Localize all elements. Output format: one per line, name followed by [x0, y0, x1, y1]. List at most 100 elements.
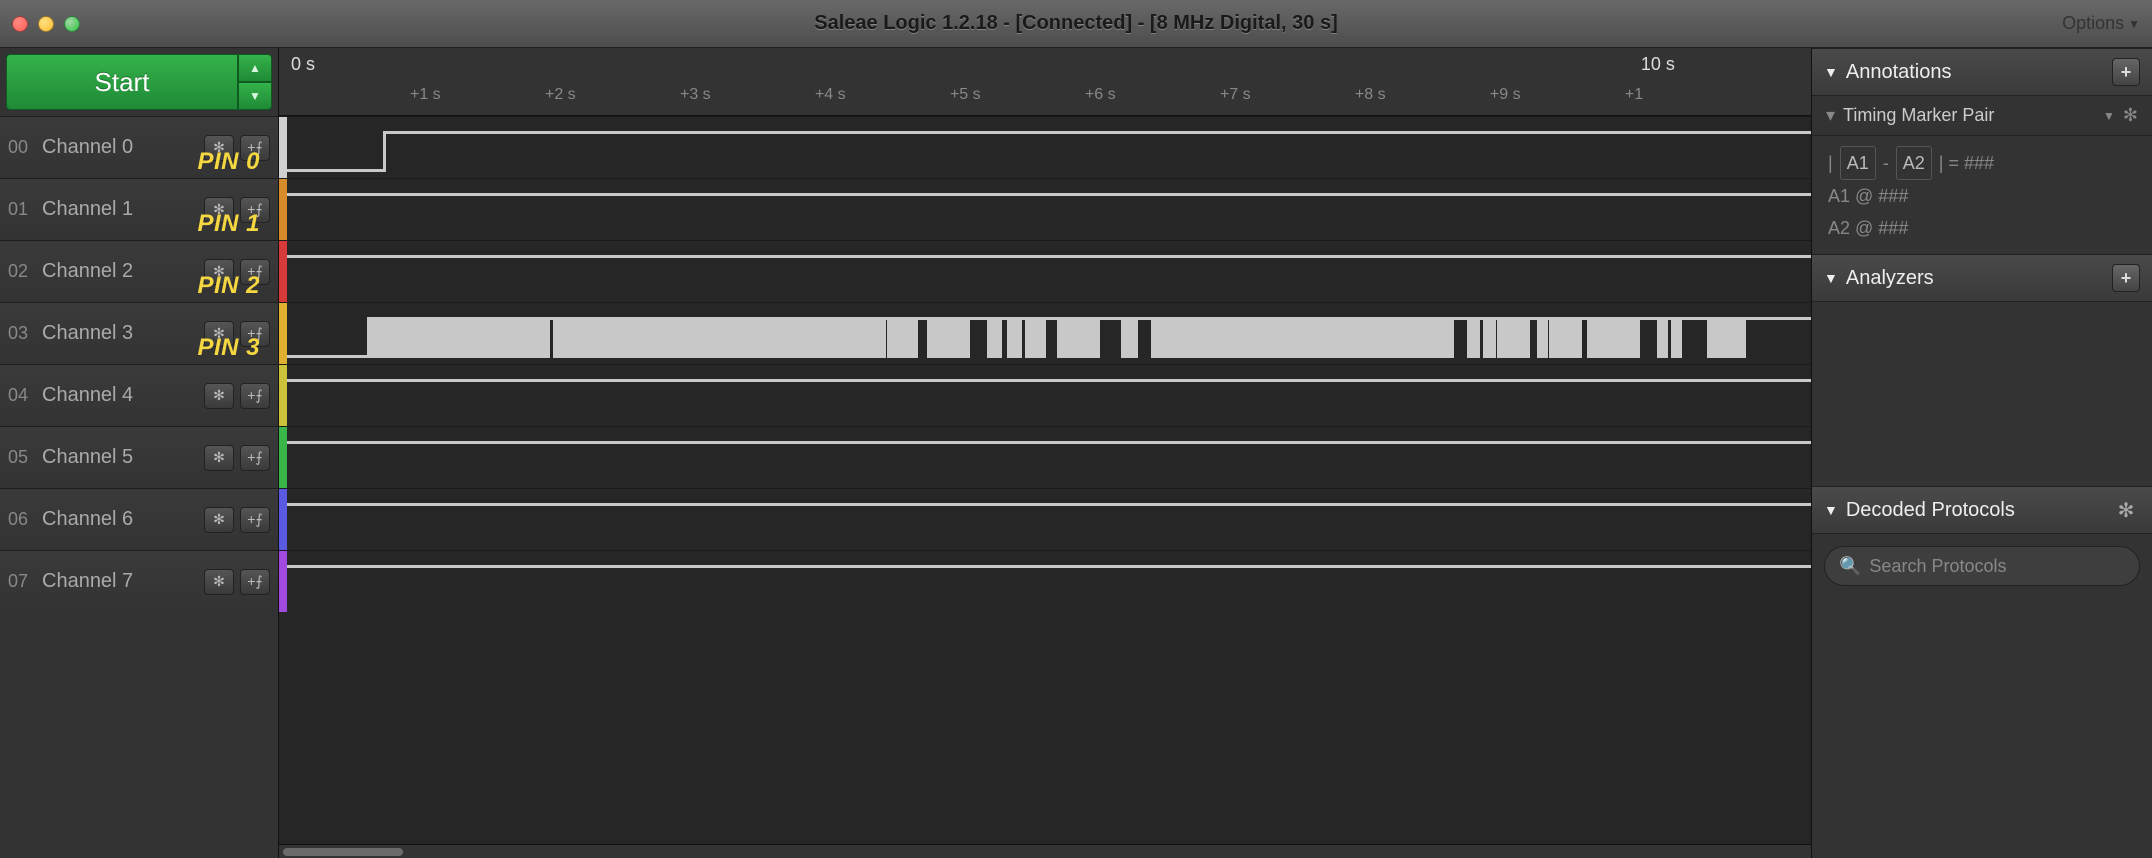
ruler-major: 10 s [1641, 54, 1675, 75]
analyzers-body [1812, 302, 2152, 486]
trace-area [287, 179, 1811, 240]
decoded-title: Decoded Protocols [1846, 499, 2015, 522]
start-up-button[interactable]: ▲ [238, 54, 272, 82]
waveform-row[interactable] [279, 550, 1811, 612]
add-analyzer-button[interactable]: + [2112, 264, 2140, 292]
trace-area [287, 241, 1811, 302]
channel-row[interactable]: 02 Channel 2 ✻ +⨍ PIN 2 [0, 240, 278, 302]
analyzers-header[interactable]: ▼ Analyzers + [1812, 254, 2152, 302]
ruler-minor: +1 [1625, 86, 1643, 104]
chevron-down-icon: ▼ [1824, 502, 1838, 518]
start-stepper: ▲ ▼ [238, 54, 272, 110]
trace-area [287, 551, 1811, 612]
ruler-minor: +9 s [1490, 86, 1521, 104]
channel-name[interactable]: Channel 7 [36, 570, 204, 593]
waveform-row[interactable] [279, 116, 1811, 178]
gear-icon[interactable]: ✻ [204, 383, 234, 409]
channel-name[interactable]: Channel 2 [36, 260, 204, 283]
right-sidebar: ▼ Annotations + ▾ Timing Marker Pair ▼ ✻… [1812, 48, 2152, 858]
channel-number: 04 [8, 385, 36, 406]
pin-overlay: PIN 2 [197, 272, 260, 300]
channel-name[interactable]: Channel 4 [36, 384, 204, 407]
ruler-minor: +6 s [1085, 86, 1116, 104]
ruler-minor: +4 s [815, 86, 846, 104]
ruler-minor: +3 s [680, 86, 711, 104]
channel-number: 00 [8, 137, 36, 158]
waveform-row[interactable] [279, 302, 1811, 364]
trace-area [287, 489, 1811, 550]
channel-number: 01 [8, 199, 36, 220]
channel-name[interactable]: Channel 3 [36, 322, 204, 345]
waveform-body[interactable] [279, 116, 1811, 844]
trigger-icon[interactable]: +⨍ [240, 445, 270, 471]
start-down-button[interactable]: ▼ [238, 82, 272, 110]
marker-a2-box[interactable]: A2 [1896, 146, 1932, 180]
left-sidebar: Start ▲ ▼ 00 Channel 0 ✻ +⨍ PIN 0 01 Cha… [0, 48, 278, 858]
add-annotation-button[interactable]: + [2112, 58, 2140, 86]
channel-name[interactable]: Channel 6 [36, 508, 204, 531]
ruler-minor: +7 s [1220, 86, 1251, 104]
pin-overlay: PIN 1 [197, 210, 260, 238]
channel-name[interactable]: Channel 1 [36, 198, 204, 221]
time-ruler[interactable]: 0 s10 s+1 s+2 s+3 s+4 s+5 s+6 s+7 s+8 s+… [279, 48, 1811, 116]
main-content: Start ▲ ▼ 00 Channel 0 ✻ +⨍ PIN 0 01 Cha… [0, 48, 2152, 858]
chevron-down-icon: ▼ [2103, 109, 2115, 123]
gear-icon[interactable]: ✻ [2112, 496, 2140, 524]
marker-a1-line: A1 @ ### [1828, 180, 2136, 212]
channel-color-bar [279, 179, 287, 240]
marker-a1-box[interactable]: A1 [1840, 146, 1876, 180]
trigger-icon[interactable]: +⨍ [240, 383, 270, 409]
chevron-down-icon: ▼ [1824, 270, 1838, 286]
gear-icon[interactable]: ✻ [204, 569, 234, 595]
waveform-row[interactable] [279, 240, 1811, 302]
channel-row[interactable]: 00 Channel 0 ✻ +⨍ PIN 0 [0, 116, 278, 178]
trace-area [287, 365, 1811, 426]
search-icon: 🔍 [1839, 556, 1861, 577]
channel-row[interactable]: 06 Channel 6 ✻ +⨍ [0, 488, 278, 550]
channel-row[interactable]: 05 Channel 5 ✻ +⨍ [0, 426, 278, 488]
annotations-title: Annotations [1846, 61, 1952, 84]
ruler-minor: +8 s [1355, 86, 1386, 104]
channel-number: 07 [8, 571, 36, 592]
flag-icon: ▾ [1826, 105, 1835, 126]
channel-row[interactable]: 01 Channel 1 ✻ +⨍ PIN 1 [0, 178, 278, 240]
channel-row[interactable]: 03 Channel 3 ✻ +⨍ PIN 3 [0, 302, 278, 364]
scrollbar-thumb[interactable] [283, 848, 403, 856]
trace-area [287, 117, 1811, 178]
channel-row[interactable]: 04 Channel 4 ✻ +⨍ [0, 364, 278, 426]
channel-number: 02 [8, 261, 36, 282]
channel-number: 03 [8, 323, 36, 344]
start-button[interactable]: Start [6, 54, 238, 110]
pin-overlay: PIN 0 [197, 148, 260, 176]
channel-color-bar [279, 489, 287, 550]
gear-icon[interactable]: ✻ [204, 445, 234, 471]
channel-name[interactable]: Channel 0 [36, 136, 204, 159]
trigger-icon[interactable]: +⨍ [240, 507, 270, 533]
channel-row[interactable]: 07 Channel 7 ✻ +⨍ [0, 550, 278, 612]
timing-marker-row[interactable]: ▾ Timing Marker Pair ▼ ✻ [1812, 96, 2152, 136]
ruler-minor: +1 s [410, 86, 441, 104]
ruler-minor: +2 s [545, 86, 576, 104]
waveform-row[interactable] [279, 178, 1811, 240]
search-protocols-input[interactable]: 🔍 Search Protocols [1824, 546, 2140, 586]
ruler-minor: +5 s [950, 86, 981, 104]
channel-number: 05 [8, 447, 36, 468]
horizontal-scrollbar[interactable] [279, 844, 1811, 858]
channel-color-bar [279, 241, 287, 302]
gear-icon[interactable]: ✻ [2123, 105, 2138, 126]
waveform-row[interactable] [279, 364, 1811, 426]
waveform-row[interactable] [279, 426, 1811, 488]
channel-color-bar [279, 365, 287, 426]
gear-icon[interactable]: ✻ [204, 507, 234, 533]
channel-color-bar [279, 427, 287, 488]
analyzers-title: Analyzers [1846, 267, 1934, 290]
decoded-body [1812, 598, 2152, 858]
trigger-icon[interactable]: +⨍ [240, 569, 270, 595]
waveform-area: 0 s10 s+1 s+2 s+3 s+4 s+5 s+6 s+7 s+8 s+… [278, 48, 1812, 858]
decoded-header[interactable]: ▼ Decoded Protocols ✻ [1812, 486, 2152, 534]
waveform-row[interactable] [279, 488, 1811, 550]
annotations-header[interactable]: ▼ Annotations + [1812, 48, 2152, 96]
channel-list: 00 Channel 0 ✻ +⨍ PIN 0 01 Channel 1 ✻ +… [0, 116, 278, 858]
channel-name[interactable]: Channel 5 [36, 446, 204, 469]
marker-values: | A1 - A2 | = ### A1 @ ### A2 @ ### [1812, 136, 2152, 254]
